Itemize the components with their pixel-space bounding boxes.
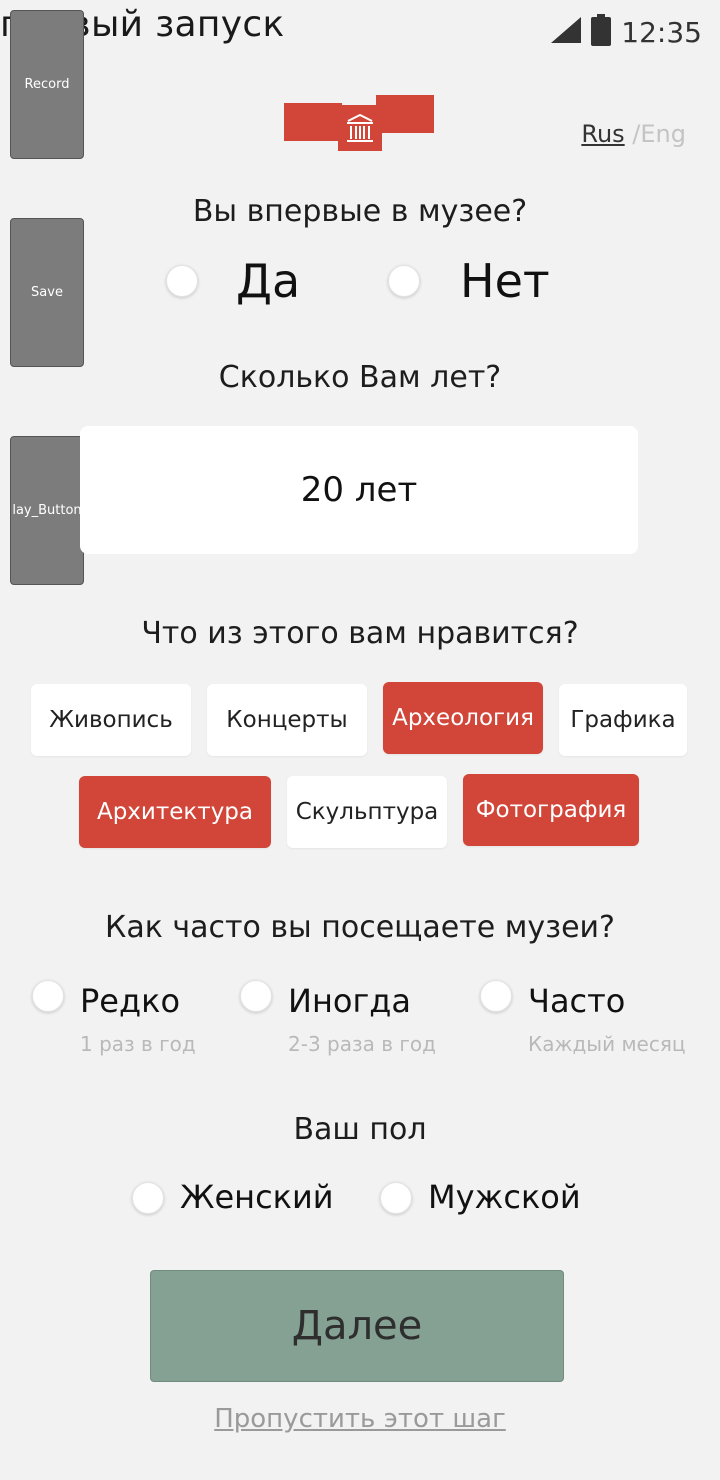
frequency-often-sub: Каждый месяц bbox=[528, 1032, 686, 1056]
radio-frequency-sometimes[interactable] bbox=[240, 980, 272, 1012]
language-switch: Rus /Eng bbox=[581, 120, 686, 148]
battery-icon bbox=[591, 14, 612, 50]
frequency-rarely-sub: 1 раз в год bbox=[80, 1032, 196, 1056]
chip-graphics[interactable]: Графика bbox=[559, 684, 687, 756]
radio-first-visit-no[interactable] bbox=[388, 265, 420, 297]
lang-eng[interactable]: Eng bbox=[640, 120, 686, 148]
signal-icon bbox=[551, 17, 582, 47]
first-visit-no-label[interactable]: Нет bbox=[460, 254, 550, 308]
status-bar: 12:35 bbox=[551, 14, 702, 50]
interests-question: Что из этого вам нравится? bbox=[141, 616, 579, 651]
chip-painting[interactable]: Живопись bbox=[31, 684, 191, 756]
radio-gender-male[interactable] bbox=[380, 1182, 412, 1214]
play-button[interactable]: lay_Button bbox=[10, 436, 84, 585]
chip-sculpture[interactable]: Скульптура bbox=[287, 776, 447, 848]
gender-question: Ваш пол bbox=[293, 1112, 427, 1147]
first-visit-yes-label[interactable]: Да bbox=[236, 254, 300, 308]
lang-rus[interactable]: Rus bbox=[581, 120, 624, 148]
chip-archaeology[interactable]: Археология bbox=[383, 682, 543, 754]
radio-first-visit-yes[interactable] bbox=[166, 265, 198, 297]
first-visit-question: Вы впервые в музее? bbox=[192, 194, 528, 229]
chip-concerts[interactable]: Концерты bbox=[207, 684, 367, 756]
radio-frequency-rarely[interactable] bbox=[32, 980, 64, 1012]
frequency-question: Как часто вы посещаете музеи? bbox=[105, 910, 615, 945]
frequency-often-label[interactable]: Часто bbox=[528, 982, 625, 1020]
next-button[interactable]: Далее bbox=[150, 1270, 564, 1382]
record-button[interactable]: Record bbox=[10, 10, 84, 159]
age-input[interactable]: 20 лет bbox=[80, 426, 638, 554]
frequency-sometimes-label[interactable]: Иногда bbox=[288, 982, 411, 1020]
frequency-rarely-label[interactable]: Редко bbox=[80, 982, 180, 1020]
radio-frequency-often[interactable] bbox=[480, 980, 512, 1012]
gender-male-label[interactable]: Мужской bbox=[428, 1178, 581, 1216]
chip-architecture[interactable]: Архитектура bbox=[79, 776, 271, 848]
gender-female-label[interactable]: Женский bbox=[180, 1178, 334, 1216]
skip-step-link[interactable]: Пропустить этот шаг bbox=[0, 1404, 720, 1434]
chip-photography[interactable]: Фотография bbox=[463, 774, 639, 846]
save-button[interactable]: Save bbox=[10, 218, 84, 367]
radio-gender-female[interactable] bbox=[132, 1182, 164, 1214]
clock: 12:35 bbox=[621, 15, 702, 49]
frequency-sometimes-sub: 2-3 раза в год bbox=[288, 1032, 436, 1056]
age-question: Сколько Вам лет? bbox=[218, 360, 502, 395]
museum-logo bbox=[284, 95, 434, 157]
